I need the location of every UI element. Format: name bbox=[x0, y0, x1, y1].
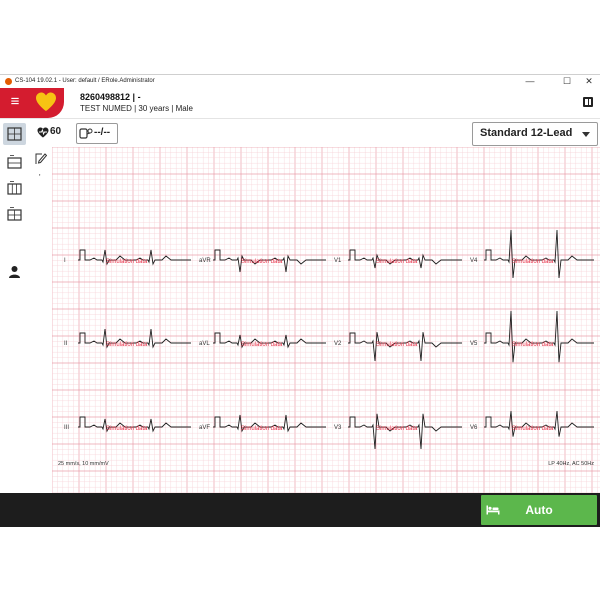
lead-label: aVL bbox=[199, 341, 210, 347]
simulation-watermark: Simulation data bbox=[106, 259, 148, 265]
title-bar: CS-104 19.02.1 - User: default / ERole.A… bbox=[0, 75, 600, 88]
lead-label: V1 bbox=[334, 258, 342, 264]
window-title: CS-104 19.02.1 - User: default / ERole.A… bbox=[15, 78, 155, 84]
chevron-down-icon bbox=[582, 132, 590, 137]
user-icon bbox=[9, 266, 20, 278]
lead-label: III bbox=[64, 425, 69, 431]
lead-label: V3 bbox=[334, 425, 342, 431]
simulation-watermark: Simulation data bbox=[512, 259, 554, 265]
simulation-watermark: Simulation data bbox=[512, 342, 554, 348]
mode-select[interactable]: Standard 12-Lead bbox=[472, 122, 598, 146]
simulation-watermark: Simulation data bbox=[376, 342, 418, 348]
blood-pressure-button[interactable]: --/-- bbox=[76, 123, 118, 144]
heart-logo bbox=[36, 92, 56, 111]
minimize-button[interactable]: — bbox=[519, 76, 541, 86]
sidebar-item-ecg-1x12[interactable] bbox=[3, 151, 26, 173]
mode-select-label: Standard 12-Lead bbox=[480, 127, 573, 139]
simulation-watermark: Simulation data bbox=[106, 426, 148, 432]
simulation-watermark: Simulation data bbox=[376, 426, 418, 432]
heart-rate-value: 60 bbox=[50, 126, 62, 137]
patient-id: 8260498812 | - bbox=[80, 92, 141, 102]
edit-report-icon[interactable] bbox=[35, 152, 47, 165]
lead-label: II bbox=[64, 341, 68, 347]
blood-pressure-icon bbox=[79, 128, 93, 139]
filter-info: LP 40Hz, AC 50Hz bbox=[548, 461, 594, 467]
simulation-watermark: Simulation data bbox=[241, 259, 283, 265]
simulation-watermark: Simulation data bbox=[512, 426, 554, 432]
sidebar-item-user[interactable] bbox=[3, 261, 26, 283]
lead-label: V2 bbox=[334, 341, 342, 347]
book-icon[interactable] bbox=[582, 96, 594, 108]
lead-label: aVF bbox=[199, 425, 210, 431]
app-window: CS-104 19.02.1 - User: default / ERole.A… bbox=[0, 74, 600, 527]
menu-button[interactable]: ≡ bbox=[0, 88, 30, 118]
lead-label: V4 bbox=[470, 258, 478, 264]
marker-tick: ' bbox=[39, 173, 41, 182]
auto-button[interactable]: Auto bbox=[481, 495, 597, 525]
simulation-watermark: Simulation data bbox=[241, 342, 283, 348]
blood-pressure-value: --/-- bbox=[94, 127, 111, 138]
ecg-layout-icon bbox=[7, 155, 22, 169]
ecg-layout-icon bbox=[7, 181, 22, 195]
app-icon bbox=[5, 78, 12, 85]
speed-info: 25 mm/s, 10 mm/mV bbox=[58, 461, 109, 467]
simulation-watermark: Simulation data bbox=[106, 342, 148, 348]
toolbar: 60 --/-- Standard 12-Lead bbox=[29, 119, 600, 148]
simulation-watermark: Simulation data bbox=[376, 259, 418, 265]
sidebar-item-ecg-3x4[interactable] bbox=[3, 177, 26, 199]
maximize-button[interactable]: ☐ bbox=[556, 76, 578, 87]
sidebar bbox=[0, 119, 30, 493]
footer-bar: Auto bbox=[0, 493, 600, 527]
auto-button-label: Auto bbox=[525, 503, 553, 517]
ecg-layout-icon bbox=[7, 207, 22, 221]
hamburger-icon: ≡ bbox=[10, 93, 20, 110]
ecg-chart: I Simulation data aVR Simulation data V1 Simu… bbox=[52, 147, 600, 493]
patient-info[interactable]: TEST NUMED | 30 years | Male bbox=[80, 104, 193, 113]
sidebar-item-ecg-12-lead[interactable] bbox=[3, 123, 26, 145]
app-header: ≡ 8260498812 | - TEST NUMED | 30 years |… bbox=[0, 88, 600, 119]
tools-column: ' bbox=[29, 147, 53, 493]
sidebar-item-ecg-6x2[interactable] bbox=[3, 203, 26, 225]
lead-label: V6 bbox=[470, 425, 478, 431]
heart-rate-icon bbox=[37, 127, 49, 138]
simulation-watermark: Simulation data bbox=[241, 426, 283, 432]
lead-label: aVR bbox=[199, 258, 211, 264]
ecg-view[interactable]: I Simulation data aVR Simulation data V1 Simu… bbox=[52, 147, 600, 493]
ecg-grid-icon bbox=[7, 127, 22, 141]
lead-label: V5 bbox=[470, 341, 478, 347]
close-button[interactable]: ✕ bbox=[578, 76, 600, 87]
